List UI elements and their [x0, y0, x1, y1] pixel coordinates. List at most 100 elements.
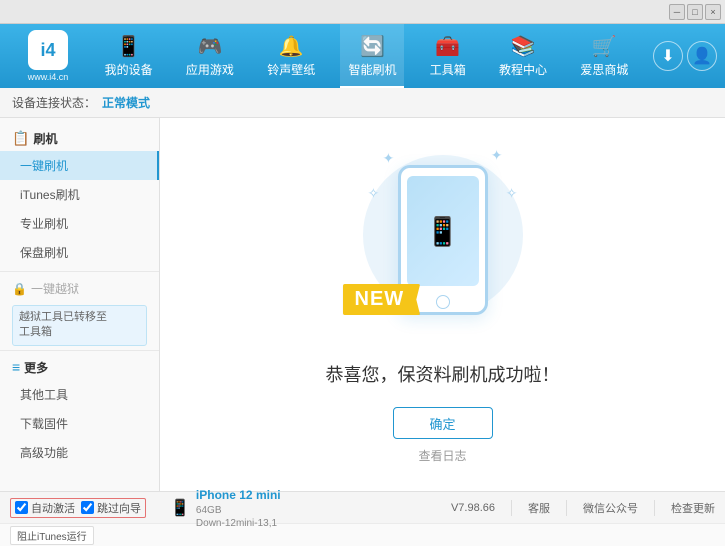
confirm-button[interactable]: 确定 — [393, 407, 493, 439]
sidebar-divider-2 — [0, 350, 159, 351]
sidebar-locked-jailbreak: 🔒 一键越狱 — [0, 276, 159, 301]
logo-subtitle: www.i4.cn — [28, 72, 69, 82]
phone-screen-icon: 📱 — [425, 215, 460, 248]
nav-apps-icon: 🎮 — [197, 34, 222, 59]
device-icon: 📱 — [170, 498, 190, 518]
nav-tool-label: 工具箱 — [430, 61, 466, 78]
one-click-label: 一键刷机 — [20, 159, 68, 173]
sidebar-divider-1 — [0, 271, 159, 272]
nav-smart-flash[interactable]: 🔄 智能刷机 — [340, 24, 404, 88]
sidebar-item-advanced[interactable]: 高级功能 — [0, 438, 159, 467]
divider-3 — [654, 500, 655, 516]
download-fw-label: 下载固件 — [20, 417, 68, 431]
device-name: iPhone 12 mini — [196, 488, 281, 502]
sidebar-item-itunes-flash[interactable]: iTunes刷机 — [0, 180, 159, 209]
customer-service-link[interactable]: 客服 — [528, 500, 550, 516]
sidebar-notice: 越狱工具已转移至工具箱 — [12, 305, 147, 346]
divider-1 — [511, 500, 512, 516]
skip-wizard-checkbox[interactable]: 跳过向导 — [81, 500, 141, 516]
success-illustration: ✦ ✦ ✧ ✧ 📱 NEW — [353, 145, 533, 345]
sidebar: 📋 刷机 一键刷机 iTunes刷机 专业刷机 保盘刷机 🔒 一键越狱 越狱工具… — [0, 118, 160, 491]
logo-icon: i4 — [28, 30, 68, 70]
wechat-link[interactable]: 微信公众号 — [583, 500, 638, 516]
success-title: 恭喜您，保资料刷机成功啦！ — [326, 361, 560, 387]
sidebar-item-one-click-flash[interactable]: 一键刷机 — [0, 151, 159, 180]
content-area: ✦ ✦ ✧ ✧ 📱 NEW 恭喜您，保资料刷机成功啦！ 确定 查看日志 — [160, 118, 725, 491]
nav-store-label: 爱思商城 — [580, 61, 628, 78]
auto-connect-input[interactable] — [15, 501, 28, 514]
nav-ringtones[interactable]: 🔔 铃声壁纸 — [259, 24, 323, 88]
itunes-stop-btn[interactable]: 阻止iTunes运行 — [10, 526, 94, 545]
sidebar-item-download-fw[interactable]: 下载固件 — [0, 409, 159, 438]
auto-connect-checkbox[interactable]: 自动激活 — [15, 500, 75, 516]
check-update-link[interactable]: 检查更新 — [671, 500, 715, 516]
sparkle-3: ✧ — [506, 185, 518, 202]
minimize-btn[interactable]: ─ — [669, 4, 685, 20]
auto-connect-label: 自动激活 — [31, 500, 75, 516]
sidebar-section-flash: 📋 刷机 — [0, 126, 159, 151]
skip-wizard-input[interactable] — [81, 501, 94, 514]
user-btn[interactable]: 👤 — [687, 41, 717, 71]
sparkle-4: ✧ — [368, 185, 380, 202]
phone-home-btn — [436, 295, 450, 309]
device-detail: 64GB Down-12mini-13,1 — [196, 504, 281, 530]
version-label: V7.98.66 — [451, 502, 495, 514]
more-section-label: 更多 — [24, 359, 48, 376]
sidebar-item-pro-flash[interactable]: 专业刷机 — [0, 209, 159, 238]
bottom-top-row: 自动激活 跳过向导 📱 iPhone 12 mini 64GB Down-12m… — [0, 492, 725, 524]
log-link[interactable]: 查看日志 — [418, 447, 466, 464]
advanced-label: 高级功能 — [20, 446, 68, 460]
nav-my-device[interactable]: 📱 我的设备 — [97, 24, 161, 88]
lock-icon: 🔒 — [12, 282, 27, 296]
nav-store-icon: 🛒 — [592, 34, 617, 59]
bottom-right: V7.98.66 客服 微信公众号 检查更新 — [451, 500, 715, 516]
itunes-label: iTunes刷机 — [20, 188, 80, 202]
nav-apps-label: 应用游戏 — [186, 61, 234, 78]
more-section-icon: ≡ — [12, 359, 20, 375]
combined-bottom: 自动激活 跳过向导 📱 iPhone 12 mini 64GB Down-12m… — [0, 491, 725, 545]
new-banner: NEW — [343, 284, 421, 315]
titlebar: ─ □ × — [0, 0, 725, 24]
nav-tutorials[interactable]: 📚 教程中心 — [491, 24, 555, 88]
nav-device-icon: 📱 — [116, 34, 141, 59]
logo: i4 www.i4.cn — [8, 30, 88, 82]
nav-flash-label: 智能刷机 — [348, 61, 396, 78]
skip-wizard-label: 跳过向导 — [97, 500, 141, 516]
status-label: 设备连接状态： — [12, 94, 96, 111]
new-badge-text: NEW — [355, 288, 405, 310]
jailbreak-label: 一键越狱 — [31, 280, 79, 297]
device-storage: 64GB — [196, 504, 281, 517]
other-tools-label: 其他工具 — [20, 388, 68, 402]
flash-section-label: 刷机 — [33, 130, 57, 147]
maximize-btn[interactable]: □ — [687, 4, 703, 20]
sidebar-item-save-flash[interactable]: 保盘刷机 — [0, 238, 159, 267]
status-bar: 设备连接状态： 正常模式 — [0, 88, 725, 118]
nav-store[interactable]: 🛒 爱思商城 — [572, 24, 636, 88]
flash-section-icon: 📋 — [12, 130, 29, 147]
nav-device-label: 我的设备 — [105, 61, 153, 78]
nav-bar: 📱 我的设备 🎮 应用游戏 🔔 铃声壁纸 🔄 智能刷机 🧰 工具箱 📚 教程中心… — [88, 24, 645, 88]
sidebar-item-other-tools[interactable]: 其他工具 — [0, 380, 159, 409]
save-label: 保盘刷机 — [20, 246, 68, 260]
nav-ring-icon: 🔔 — [279, 34, 304, 59]
status-value: 正常模式 — [102, 94, 150, 111]
nav-toolbox[interactable]: 🧰 工具箱 — [422, 24, 474, 88]
sidebar-section-more: ≡ 更多 — [0, 355, 159, 380]
nav-tool-icon: 🧰 — [435, 34, 460, 59]
checkbox-group: 自动激活 跳过向导 — [10, 498, 146, 518]
nav-apps-games[interactable]: 🎮 应用游戏 — [178, 24, 242, 88]
close-btn[interactable]: × — [705, 4, 721, 20]
nav-tut-icon: 📚 — [511, 34, 536, 59]
header-right-btns: ⬇ 👤 — [653, 41, 717, 71]
main-layout: 📋 刷机 一键刷机 iTunes刷机 专业刷机 保盘刷机 🔒 一键越狱 越狱工具… — [0, 118, 725, 491]
device-version: Down-12mini-13,1 — [196, 517, 281, 530]
nav-tut-label: 教程中心 — [499, 61, 547, 78]
header: i4 www.i4.cn 📱 我的设备 🎮 应用游戏 🔔 铃声壁纸 🔄 智能刷机… — [0, 24, 725, 88]
logo-text: i4 — [40, 40, 55, 61]
nav-ring-label: 铃声壁纸 — [267, 61, 315, 78]
nav-flash-icon: 🔄 — [360, 34, 385, 59]
divider-2 — [566, 500, 567, 516]
download-btn[interactable]: ⬇ — [653, 41, 683, 71]
sparkle-2: ✦ — [491, 147, 503, 164]
phone-screen: 📱 — [407, 176, 479, 286]
